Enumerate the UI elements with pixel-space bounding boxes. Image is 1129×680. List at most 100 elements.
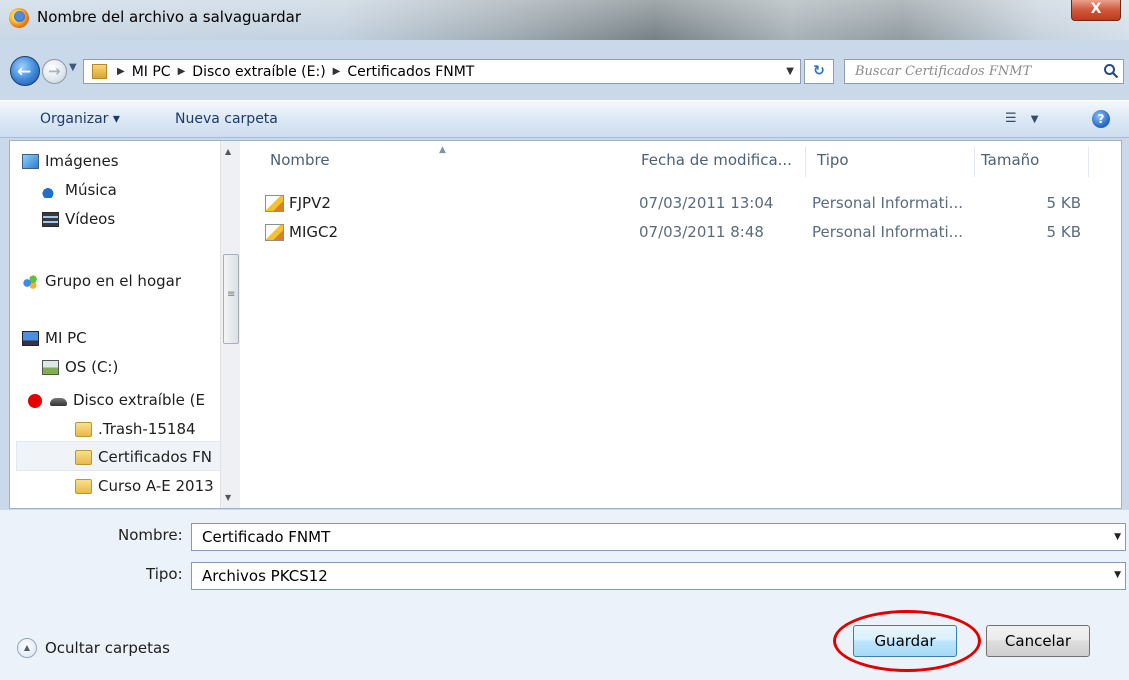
column-divider[interactable] bbox=[1088, 147, 1089, 177]
breadcrumb-separator-icon[interactable]: ▶ bbox=[178, 66, 186, 77]
new-folder-button[interactable]: Nueva carpeta bbox=[175, 111, 278, 127]
file-type: Personal Informati... bbox=[812, 194, 963, 212]
sort-ascending-icon: ▲ bbox=[439, 145, 446, 155]
file-name-field[interactable]: ▼ bbox=[191, 523, 1126, 551]
column-header-date[interactable]: Fecha de modifica... bbox=[641, 151, 792, 169]
save-dialog: Nombre del archivo a salvaguardar X ← → … bbox=[0, 0, 1129, 680]
file-size: 5 KB bbox=[1046, 194, 1081, 212]
music-icon bbox=[42, 182, 59, 198]
file-date: 07/03/2011 8:48 bbox=[639, 223, 764, 241]
nav-item-label: Vídeos bbox=[65, 210, 116, 228]
nav-item-label: Música bbox=[65, 181, 117, 199]
chevron-down-icon: ▼ bbox=[1030, 114, 1039, 125]
view-options-button[interactable]: ☰ ▼ bbox=[1005, 111, 1039, 126]
nav-scrollbar[interactable]: ▲ ▼ bbox=[220, 141, 240, 508]
column-divider[interactable] bbox=[805, 147, 806, 177]
scroll-thumb[interactable] bbox=[223, 254, 239, 344]
back-button[interactable]: ← bbox=[10, 56, 40, 86]
organize-button[interactable]: Organizar ▾ bbox=[40, 111, 120, 127]
nav-item-label: Grupo en el hogar bbox=[45, 272, 181, 290]
nav-item-imagenes[interactable]: Imágenes bbox=[22, 149, 119, 173]
homegroup-icon bbox=[22, 273, 39, 289]
scroll-down-icon[interactable]: ▼ bbox=[225, 493, 231, 502]
save-highlight-circle bbox=[833, 610, 981, 672]
nav-item-videos[interactable]: Vídeos bbox=[42, 207, 115, 231]
hide-folders-label: Ocultar carpetas bbox=[45, 639, 170, 657]
file-name: FJPV2 bbox=[289, 194, 331, 212]
breadcrumb-certificados[interactable]: Certificados FNMT bbox=[347, 64, 474, 80]
nav-item-label: Certificados FN bbox=[98, 448, 212, 466]
nav-item-musica[interactable]: Música bbox=[42, 178, 117, 202]
search-input[interactable] bbox=[845, 60, 1090, 83]
pictures-icon bbox=[22, 153, 39, 169]
file-name-input[interactable] bbox=[192, 524, 1097, 550]
chevron-down-icon[interactable]: ▼ bbox=[69, 62, 77, 73]
folder-icon bbox=[75, 478, 92, 494]
folder-icon bbox=[92, 64, 107, 79]
help-button[interactable]: ? bbox=[1092, 110, 1110, 128]
file-date: 07/03/2011 13:04 bbox=[639, 194, 774, 212]
file-type-label: Tipo: bbox=[146, 565, 183, 583]
hide-folders-button[interactable]: ▲ Ocultar carpetas bbox=[17, 638, 170, 658]
nav-item-label: MI PC bbox=[45, 329, 87, 347]
title-bar[interactable]: Nombre del archivo a salvaguardar X bbox=[0, 0, 1129, 40]
nav-item-homegroup[interactable]: Grupo en el hogar bbox=[22, 269, 181, 293]
file-row[interactable]: FJPV2 07/03/2011 13:04 Personal Informat… bbox=[265, 192, 1085, 216]
breadcrumb-removable-disk[interactable]: Disco extraíble (E:) bbox=[192, 64, 325, 80]
search-box[interactable] bbox=[844, 59, 1124, 84]
firefox-icon bbox=[9, 8, 29, 28]
nav-item-label: Curso A-E 2013 bbox=[98, 477, 214, 495]
column-header-name[interactable]: Nombre bbox=[270, 151, 330, 169]
scroll-up-icon[interactable]: ▲ bbox=[225, 147, 231, 156]
content-area: Imágenes Música Vídeos Grupo en el hogar… bbox=[9, 140, 1122, 509]
nav-item-trash[interactable]: .Trash-15184 bbox=[75, 417, 196, 441]
address-bar[interactable]: ▶ MI PC ▶ Disco extraíble (E:) ▶ Certifi… bbox=[83, 59, 801, 84]
forward-button[interactable]: → bbox=[42, 59, 67, 84]
breadcrumb-mi-pc[interactable]: MI PC bbox=[132, 64, 171, 80]
file-type-select[interactable]: Archivos PKCS12 ▼ bbox=[191, 562, 1126, 590]
nav-item-label: Imágenes bbox=[45, 152, 119, 170]
file-name: MIGC2 bbox=[289, 223, 339, 241]
folder-icon bbox=[75, 449, 92, 465]
file-list: ▲ Nombre Fecha de modifica... Tipo Tamañ… bbox=[240, 141, 1121, 508]
window-title: Nombre del archivo a salvaguardar bbox=[37, 8, 302, 26]
chevron-down-icon[interactable]: ▼ bbox=[1114, 571, 1121, 580]
file-type: Personal Informati... bbox=[812, 223, 963, 241]
chevron-up-icon: ▲ bbox=[17, 638, 37, 658]
file-type-value: Archivos PKCS12 bbox=[202, 567, 328, 585]
nav-item-certificados[interactable]: Certificados FN bbox=[75, 445, 212, 469]
certificate-file-icon bbox=[265, 195, 284, 212]
cancel-button[interactable]: Cancelar bbox=[986, 625, 1090, 657]
details-view-icon: ☰ bbox=[1005, 111, 1017, 126]
certificate-file-icon bbox=[265, 224, 284, 241]
nav-item-os-c[interactable]: OS (C:) bbox=[42, 355, 118, 379]
refresh-button[interactable]: ↻ bbox=[804, 59, 834, 84]
chevron-down-icon[interactable]: ▼ bbox=[786, 66, 794, 77]
video-icon bbox=[42, 211, 59, 227]
column-header-type[interactable]: Tipo bbox=[817, 151, 849, 169]
chevron-down-icon[interactable]: ▼ bbox=[1114, 532, 1121, 542]
column-header-size[interactable]: Tamaño bbox=[981, 151, 1039, 169]
breadcrumb-separator-icon[interactable]: ▶ bbox=[117, 66, 125, 77]
nav-item-label: Disco extraíble (E bbox=[73, 391, 205, 409]
folder-icon bbox=[75, 421, 92, 437]
arrow-left-icon: ← bbox=[17, 62, 32, 82]
file-name-label: Nombre: bbox=[118, 526, 183, 544]
nav-item-curso[interactable]: Curso A-E 2013 bbox=[75, 474, 214, 498]
navigation-pane: Imágenes Música Vídeos Grupo en el hogar… bbox=[10, 141, 240, 508]
column-divider[interactable] bbox=[974, 147, 975, 177]
nav-item-label: OS (C:) bbox=[65, 358, 119, 376]
drive-icon bbox=[42, 359, 59, 375]
command-bar: Organizar ▾ Nueva carpeta ☰ ▼ ? bbox=[0, 100, 1129, 138]
close-button[interactable]: X bbox=[1071, 0, 1121, 21]
breadcrumb-separator-icon[interactable]: ▶ bbox=[333, 66, 341, 77]
nav-item-label: .Trash-15184 bbox=[98, 420, 196, 438]
refresh-icon: ↻ bbox=[813, 63, 825, 79]
file-row[interactable]: MIGC2 07/03/2011 8:48 Personal Informati… bbox=[265, 221, 1085, 245]
nav-item-mi-pc[interactable]: MI PC bbox=[22, 326, 87, 350]
search-icon[interactable] bbox=[1103, 63, 1119, 79]
computer-icon bbox=[22, 330, 39, 346]
arrow-right-icon: → bbox=[48, 62, 61, 80]
marker-dot bbox=[28, 394, 42, 408]
nav-item-removable-disk[interactable]: Disco extraíble (E bbox=[50, 388, 205, 412]
